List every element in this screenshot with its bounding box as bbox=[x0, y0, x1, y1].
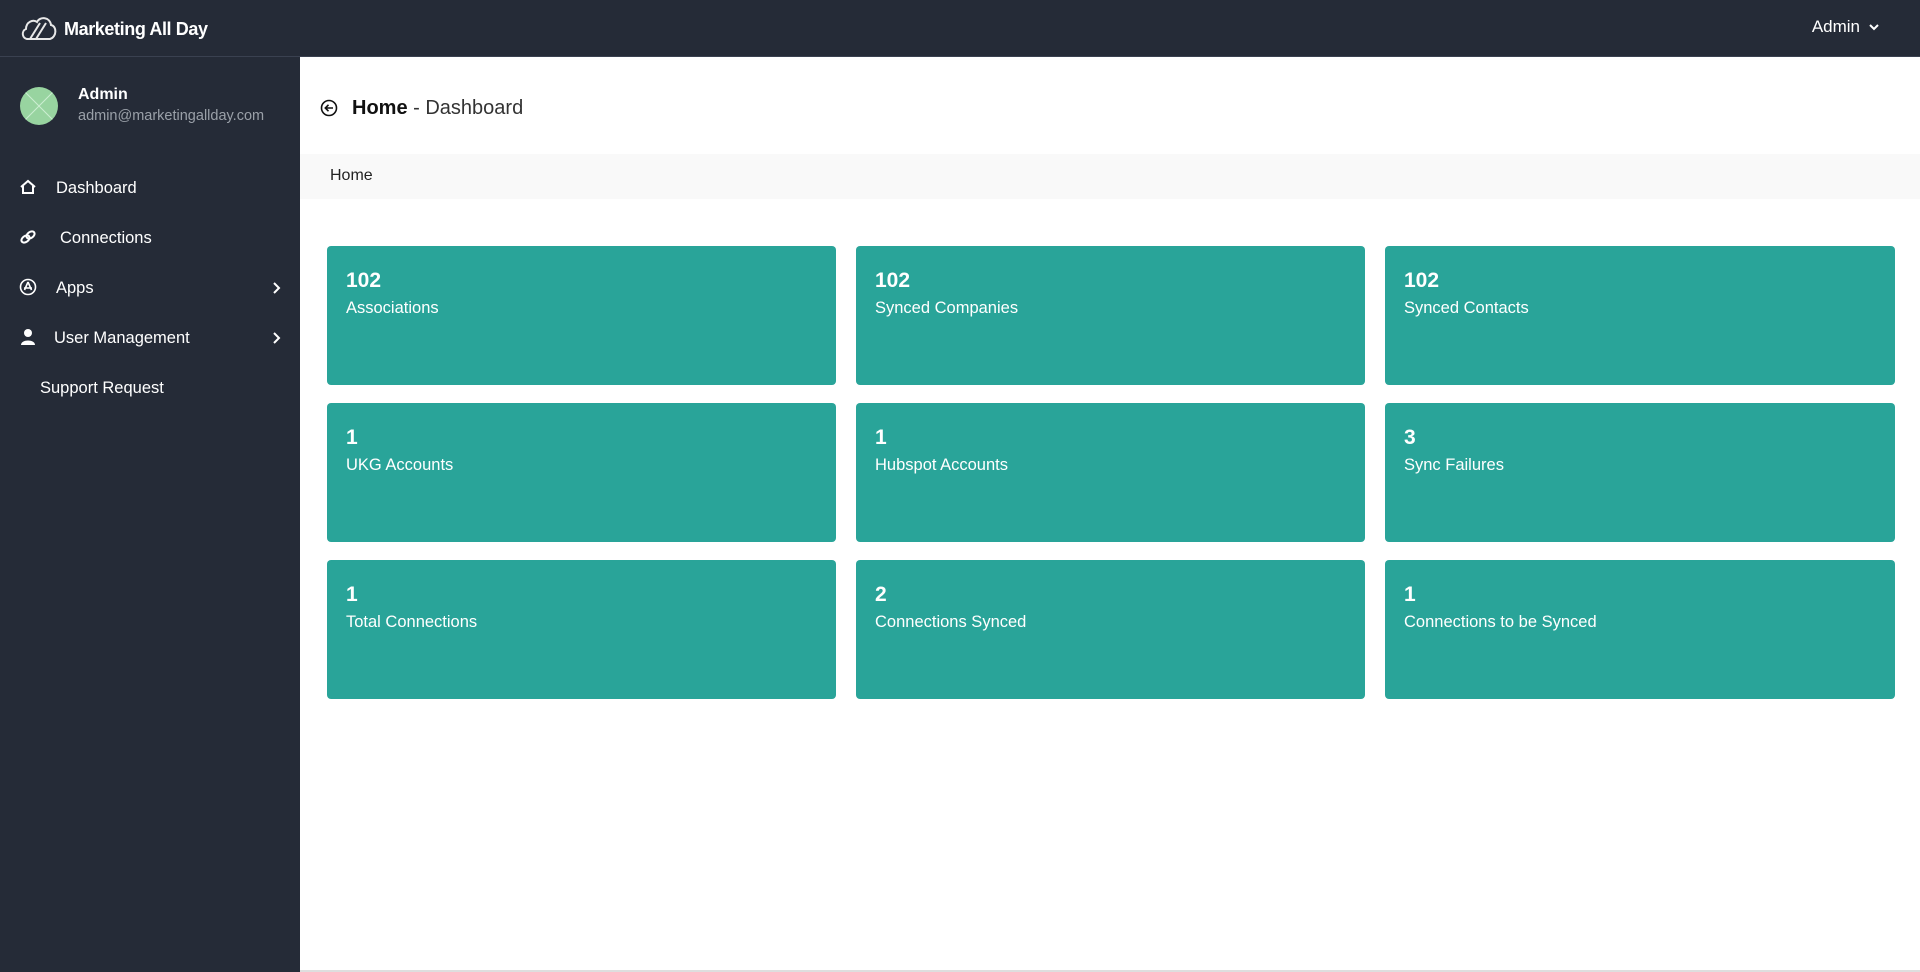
sidebar-item-connections[interactable]: Connections bbox=[0, 213, 300, 263]
sidebar-item-label: Dashboard bbox=[56, 178, 137, 197]
stats-grid: 102 Associations 102 Synced Companies 10… bbox=[327, 246, 1895, 699]
stat-card-synced-contacts[interactable]: 102 Synced Contacts bbox=[1385, 246, 1895, 385]
stat-card-synced-companies[interactable]: 102 Synced Companies bbox=[856, 246, 1365, 385]
breadcrumb: Home bbox=[300, 154, 1920, 199]
brand-name: Marketing All Day bbox=[64, 18, 208, 39]
profile-name: Admin bbox=[78, 86, 128, 103]
stat-card-ukg-accounts[interactable]: 1 UKG Accounts bbox=[327, 403, 836, 542]
breadcrumb-item-home[interactable]: Home bbox=[330, 167, 373, 185]
sidebar-item-dashboard[interactable]: Dashboard bbox=[0, 163, 300, 213]
sidebar-item-user-management[interactable]: User Management bbox=[0, 313, 300, 363]
stat-value: 102 bbox=[346, 269, 382, 292]
stat-label: Connections Synced bbox=[875, 613, 1027, 631]
stat-label: Sync Failures bbox=[1404, 456, 1504, 474]
stat-label: UKG Accounts bbox=[346, 456, 454, 474]
user-menu-label: Admin bbox=[1811, 17, 1860, 36]
sidebar-item-support-request[interactable]: Support Request bbox=[0, 363, 300, 413]
sidebar-item-apps[interactable]: Apps bbox=[0, 263, 300, 313]
chevron-down-icon bbox=[1869, 24, 1879, 31]
sidebar-item-label: Apps bbox=[56, 278, 94, 297]
sidebar-item-label: Connections bbox=[60, 228, 152, 247]
link-icon bbox=[19, 228, 37, 246]
stat-card-connections-to-be-synced[interactable]: 1 Connections to be Synced bbox=[1385, 560, 1895, 699]
stat-label: Associations bbox=[346, 299, 439, 317]
cloud-logo-icon bbox=[21, 17, 57, 40]
home-icon bbox=[19, 178, 37, 196]
stat-label: Total Connections bbox=[346, 613, 478, 631]
stat-value: 102 bbox=[875, 269, 911, 292]
stat-card-sync-failures[interactable]: 3 Sync Failures bbox=[1385, 403, 1895, 542]
stat-value: 102 bbox=[1404, 269, 1440, 292]
stat-label: Synced Contacts bbox=[1404, 299, 1529, 317]
stat-value: 2 bbox=[875, 583, 887, 606]
page-title-rest: - Dashboard bbox=[407, 96, 524, 119]
sidebar-item-label: Support Request bbox=[40, 378, 164, 397]
stat-label: Synced Companies bbox=[875, 299, 1019, 317]
main-content: Home - Dashboard Home 102 Associations 1… bbox=[300, 57, 1920, 972]
sidebar: Admin admin@marketingallday.com Dashboar… bbox=[0, 57, 300, 972]
chevron-right-icon bbox=[273, 282, 281, 294]
stat-value: 1 bbox=[346, 426, 358, 449]
user-icon bbox=[19, 328, 37, 346]
chevron-right-icon bbox=[273, 332, 281, 344]
apps-icon bbox=[19, 278, 37, 296]
profile-email: admin@marketingallday.com bbox=[78, 108, 265, 124]
stat-card-total-connections[interactable]: 1 Total Connections bbox=[327, 560, 836, 699]
brand-logo[interactable]: Marketing All Day bbox=[20, 13, 208, 45]
stat-card-hubspot-accounts[interactable]: 1 Hubspot Accounts bbox=[856, 403, 1365, 542]
page-header: Home - Dashboard bbox=[320, 93, 523, 123]
stat-card-connections-synced[interactable]: 2 Connections Synced bbox=[856, 560, 1365, 699]
stat-label: Hubspot Accounts bbox=[875, 456, 1008, 474]
stat-card-associations[interactable]: 102 Associations bbox=[327, 246, 836, 385]
sidebar-nav: Dashboard Connections Apps User Manageme… bbox=[0, 163, 300, 413]
stat-value: 1 bbox=[346, 583, 358, 606]
top-navbar: Marketing All Day Admin bbox=[0, 0, 1920, 57]
stat-label: Connections to be Synced bbox=[1404, 613, 1597, 631]
user-profile: Admin admin@marketingallday.com bbox=[20, 85, 264, 127]
stat-value: 3 bbox=[1404, 426, 1416, 449]
page-title-strong: Home bbox=[352, 96, 408, 119]
stat-value: 1 bbox=[1404, 583, 1416, 606]
page-title: Home - Dashboard bbox=[352, 97, 523, 120]
sidebar-item-label: User Management bbox=[54, 328, 190, 347]
avatar-placeholder-icon bbox=[24, 91, 54, 121]
stat-value: 1 bbox=[875, 426, 887, 449]
user-menu-dropdown[interactable]: Admin bbox=[1812, 17, 1880, 37]
avatar bbox=[20, 87, 58, 125]
back-arrow-icon[interactable] bbox=[320, 99, 338, 117]
